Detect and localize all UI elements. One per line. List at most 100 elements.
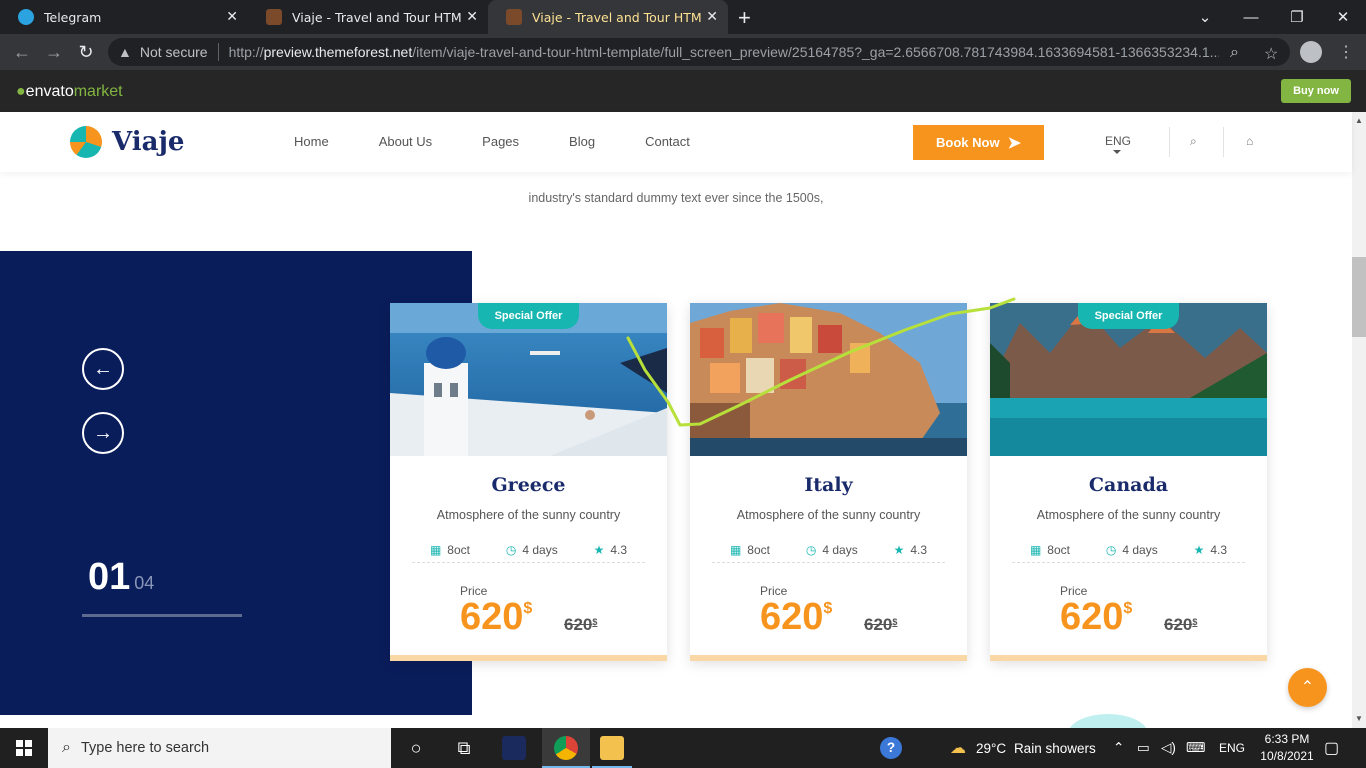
price-value: 620$ xyxy=(1060,596,1133,638)
envato-favicon-icon xyxy=(266,9,282,25)
nav-blog[interactable]: Blog xyxy=(569,134,595,149)
star-icon: ★ xyxy=(1193,543,1205,557)
clock-icon: ◷ xyxy=(505,543,517,557)
app-icon[interactable] xyxy=(502,736,526,760)
scroll-down-icon[interactable]: ▼ xyxy=(1352,712,1366,726)
reload-icon[interactable]: ↻ xyxy=(74,40,98,64)
decorative-blob xyxy=(1068,714,1148,728)
site-logo[interactable]: Viaje xyxy=(70,126,184,158)
globe-plane-icon xyxy=(70,126,102,158)
windows-icon xyxy=(16,740,32,756)
page-scrollbar[interactable] xyxy=(1352,112,1366,728)
chevron-up-icon[interactable]: ⌃ xyxy=(1113,728,1124,768)
scroll-to-top-button[interactable]: ⌃ xyxy=(1288,668,1327,707)
restore-icon[interactable]: ❐ xyxy=(1274,0,1320,34)
nav-home[interactable]: Home xyxy=(294,134,329,149)
zoom-icon[interactable]: ⌕ xyxy=(1230,44,1239,62)
volume-icon[interactable]: ◁) xyxy=(1161,728,1176,768)
minimize-icon[interactable]: — xyxy=(1228,0,1274,34)
intro-text: industry's standard dummy text ever sinc… xyxy=(528,191,824,205)
search-icon[interactable]: ⌕ xyxy=(1190,134,1197,149)
back-icon[interactable]: ← xyxy=(10,40,34,64)
envato-favicon-icon xyxy=(506,9,522,25)
bookmark-star-icon[interactable]: ☆ xyxy=(1264,44,1278,64)
browser-tab-viaje[interactable]: Viaje - Travel and Tour HTML Tem ✕ xyxy=(248,0,488,34)
url-text: http://preview.themeforest.net/item/viaj… xyxy=(228,44,1219,60)
card-title: Canada xyxy=(1088,474,1169,496)
old-price: 620$ xyxy=(564,615,598,634)
browser-tab-viaje-active[interactable]: Viaje - Travel and Tour HTML Tem ✕ xyxy=(488,0,728,34)
menu-icon[interactable]: ⋮ xyxy=(1338,42,1354,62)
clock-icon: ◷ xyxy=(1105,543,1117,557)
old-price: 620$ xyxy=(1164,615,1198,634)
main-nav: Home About Us Pages Blog Contact xyxy=(294,134,740,149)
language-selector[interactable]: ENG xyxy=(1105,134,1131,148)
close-icon[interactable]: ✕ xyxy=(466,9,478,25)
cortana-icon[interactable]: ○ xyxy=(392,728,440,768)
arrow-left-icon[interactable]: ← xyxy=(82,348,124,390)
nav-about-us[interactable]: About Us xyxy=(379,134,432,149)
clock-icon: ◷ xyxy=(805,543,817,557)
search-icon: ⌕ xyxy=(62,739,71,756)
arrow-right-icon[interactable]: → xyxy=(82,412,124,454)
leaf-icon: ● xyxy=(16,83,26,100)
card-meta: ▦ 8oct ◷ 4 days ★ 4.3 xyxy=(729,543,928,557)
browser-tab-strip: Telegram ✕ Viaje - Travel and Tour HTML … xyxy=(0,0,1366,34)
tour-card-italy[interactable]: Italy Atmosphere of the sunny country ▦ 8… xyxy=(690,303,967,661)
forward-icon[interactable]: → xyxy=(42,40,66,64)
start-button[interactable] xyxy=(0,728,48,768)
windows-taskbar: ⌕ Type here to search ○ ⧉ ? ☁ 29°C Rain … xyxy=(0,728,1366,768)
price-value: 620$ xyxy=(760,596,833,638)
star-icon: ★ xyxy=(893,543,905,557)
new-tab-icon[interactable]: + xyxy=(738,5,751,31)
slide-counter: 01 04 xyxy=(88,556,155,598)
calendar-icon: ▦ xyxy=(1029,543,1042,557)
help-icon[interactable]: ? xyxy=(880,728,902,768)
tour-card-canada[interactable]: Special Offer Canada Atmosphere of the s… xyxy=(990,303,1267,661)
weather-widget[interactable]: ☁ 29°C Rain showers xyxy=(950,728,1096,768)
notification-icon[interactable]: ▢ xyxy=(1324,728,1339,768)
card-description: Atmosphere of the sunny country xyxy=(736,508,921,522)
tab-title: Viaje - Travel and Tour HTML Tem xyxy=(532,9,702,25)
calendar-icon: ▦ xyxy=(729,543,742,557)
slide-progress-bar xyxy=(82,614,242,617)
paper-plane-icon: ➤ xyxy=(1007,134,1021,152)
browser-tab-telegram[interactable]: Telegram ✕ xyxy=(0,0,248,34)
envato-market-logo[interactable]: ●envatomarket xyxy=(16,83,123,101)
special-offer-badge: Special Offer xyxy=(1078,303,1179,329)
input-language[interactable]: ENG xyxy=(1219,728,1245,768)
chrome-icon[interactable] xyxy=(554,736,578,760)
file-explorer-icon[interactable] xyxy=(600,736,624,760)
card-description: Atmosphere of the sunny country xyxy=(1036,508,1221,522)
battery-icon[interactable]: ▭ xyxy=(1137,728,1150,768)
rain-cloud-icon: ☁ xyxy=(950,740,966,757)
keyboard-icon[interactable]: ⌨ xyxy=(1186,728,1206,768)
close-icon[interactable]: ✕ xyxy=(706,9,718,25)
warning-icon: ▲ xyxy=(118,44,132,60)
nav-contact[interactable]: Contact xyxy=(645,134,690,149)
italy-image xyxy=(690,303,967,456)
system-clock[interactable]: 6:33 PM 10/8/2021 xyxy=(1254,731,1320,765)
scrollbar-thumb[interactable] xyxy=(1352,257,1366,337)
task-view-icon[interactable]: ⧉ xyxy=(440,728,488,768)
tab-title: Viaje - Travel and Tour HTML Tem xyxy=(292,9,462,25)
buy-now-button[interactable]: Buy now xyxy=(1281,79,1351,103)
tab-search-icon[interactable]: ⌄ xyxy=(1182,0,1228,34)
url-input[interactable]: ▲ Not secure http://preview.themeforest.… xyxy=(108,38,1290,66)
calendar-icon: ▦ xyxy=(429,543,442,557)
tab-title: Telegram xyxy=(44,9,102,25)
page-content: industry's standard dummy text ever sinc… xyxy=(0,172,1352,728)
taskbar-search[interactable]: ⌕ Type here to search xyxy=(48,728,391,768)
close-icon[interactable]: ✕ xyxy=(226,9,238,25)
scroll-up-icon[interactable]: ▲ xyxy=(1352,114,1366,128)
price-value: 620$ xyxy=(460,596,533,638)
telegram-icon xyxy=(18,9,34,25)
profile-avatar[interactable] xyxy=(1300,41,1322,63)
old-price: 620$ xyxy=(864,615,898,634)
window-close-icon[interactable]: ✕ xyxy=(1320,0,1366,34)
special-offer-badge: Special Offer xyxy=(478,303,579,329)
tour-card-greece[interactable]: Special Offer Greece Atmosphere of the s… xyxy=(390,303,667,661)
book-now-button[interactable]: Book Now ➤ xyxy=(913,125,1044,160)
nav-pages[interactable]: Pages xyxy=(482,134,519,149)
user-lock-icon[interactable]: ⌂ xyxy=(1246,134,1253,148)
